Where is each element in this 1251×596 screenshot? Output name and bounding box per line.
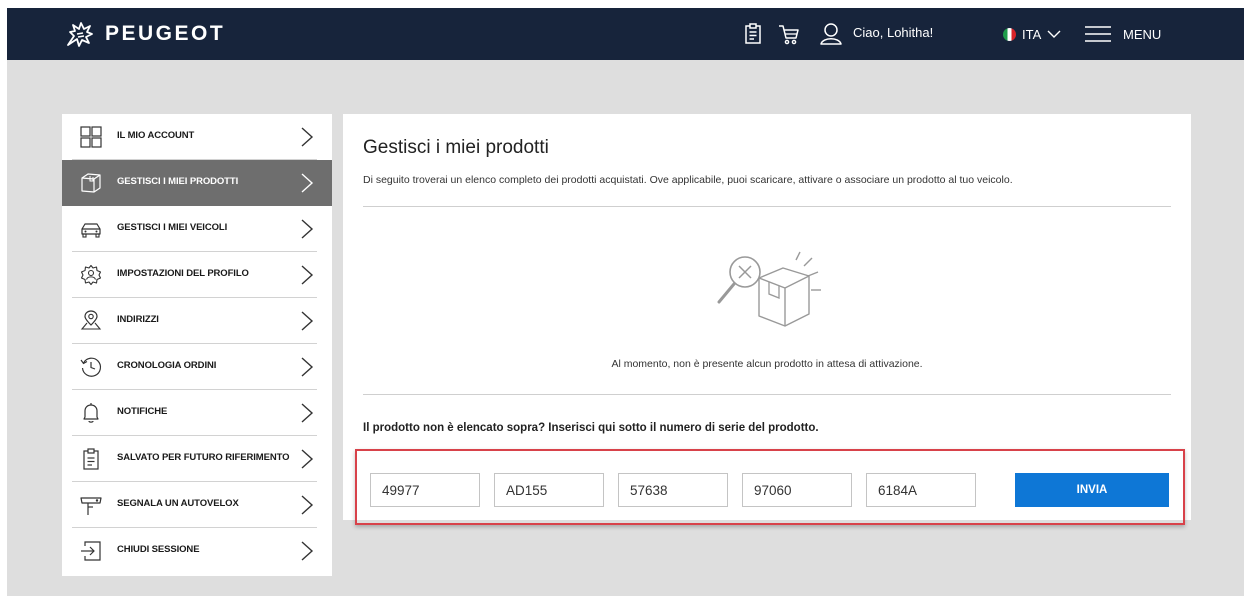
top-header: PEUGEOT Ciao, Lohitha! ITA MENU — [7, 8, 1244, 60]
page-description: Di seguito troverai un elenco completo d… — [363, 174, 1013, 186]
sidebar-item-speed-camera[interactable]: SEGNALA UN AUTOVELOX — [62, 482, 332, 528]
history-icon — [80, 357, 102, 377]
location-pin-icon — [80, 310, 102, 330]
serial-input-3[interactable] — [618, 473, 728, 507]
chevron-down-icon — [1047, 30, 1061, 38]
serial-input-5[interactable] — [866, 473, 976, 507]
chevron-right-icon — [301, 357, 314, 377]
user-greeting[interactable]: Ciao, Lohitha! — [853, 25, 933, 40]
grid-icon — [80, 126, 102, 148]
sidebar-item-logout[interactable]: CHIUDI SESSIONE — [62, 528, 332, 574]
empty-state-message: Al momento, non è presente alcun prodott… — [611, 358, 923, 370]
serial-number-form: INVIA — [355, 449, 1185, 525]
empty-products-icon — [717, 251, 821, 327]
sidebar-item-products[interactable]: GESTISCI I MIEI PRODOTTI — [62, 160, 332, 206]
account-sidebar: IL MIO ACCOUNT GESTISCI I MIEI PRODOTTI — [62, 114, 332, 576]
submit-button[interactable]: INVIA — [1015, 473, 1169, 507]
serial-input-2[interactable] — [494, 473, 604, 507]
sidebar-item-label: GESTISCI I MIEI PRODOTTI — [117, 176, 239, 187]
sidebar-item-label: INDIRIZZI — [117, 314, 159, 325]
chevron-right-icon — [301, 541, 314, 561]
sidebar-item-label: IL MIO ACCOUNT — [117, 130, 195, 141]
divider — [363, 394, 1171, 395]
logout-icon — [81, 541, 101, 561]
italy-flag-icon — [1003, 27, 1016, 41]
user-icon[interactable] — [819, 22, 843, 46]
serial-input-1[interactable] — [370, 473, 480, 507]
sidebar-item-saved[interactable]: SALVATO PER FUTURO RIFERIMENTO — [62, 436, 332, 482]
box-icon — [81, 173, 101, 193]
sidebar-item-label: CHIUDI SESSIONE — [117, 544, 200, 555]
sidebar-item-label: CRONOLOGIA ORDINI — [117, 360, 217, 371]
lion-logo-icon — [67, 22, 93, 47]
sidebar-item-label: NOTIFICHE — [117, 406, 168, 417]
chevron-right-icon — [301, 219, 314, 239]
language-code: ITA — [1022, 26, 1042, 42]
chevron-right-icon — [301, 495, 314, 515]
sidebar-item-addresses[interactable]: INDIRIZZI — [62, 298, 332, 344]
cart-icon[interactable] — [777, 22, 801, 46]
serial-number-prompt: Il prodotto non è elencato sopra? Inseri… — [363, 422, 819, 434]
page-title: Gestisci i miei prodotti — [363, 137, 549, 158]
chevron-right-icon — [301, 311, 314, 331]
sidebar-item-label: SEGNALA UN AUTOVELOX — [117, 498, 239, 509]
sidebar-item-notifications[interactable]: NOTIFICHE — [62, 390, 332, 436]
chevron-right-icon — [301, 173, 314, 193]
clipboard-icon — [83, 448, 99, 470]
gear-icon — [80, 264, 102, 286]
sidebar-item-order-history[interactable]: CRONOLOGIA ORDINI — [62, 344, 332, 390]
bell-icon — [83, 403, 99, 423]
hamburger-icon — [1085, 26, 1111, 42]
speed-camera-icon — [80, 497, 102, 515]
sidebar-item-vehicles[interactable]: GESTISCI I MIEI VEICOLI — [62, 206, 332, 252]
chevron-right-icon — [301, 127, 314, 147]
menu-button[interactable]: MENU — [1085, 22, 1161, 46]
chevron-right-icon — [301, 265, 314, 285]
sidebar-item-profile-settings[interactable]: IMPOSTAZIONI DEL PROFILO — [62, 252, 332, 298]
sidebar-item-label: GESTISCI I MIEI VEICOLI — [117, 222, 228, 233]
divider — [363, 206, 1171, 207]
car-icon — [81, 223, 101, 238]
sidebar-item-label: IMPOSTAZIONI DEL PROFILO — [117, 268, 249, 279]
serial-input-4[interactable] — [742, 473, 852, 507]
clipboard-icon[interactable] — [741, 22, 765, 46]
sidebar-item-account[interactable]: IL MIO ACCOUNT — [62, 114, 332, 160]
chevron-right-icon — [301, 449, 314, 469]
brand-logo[interactable]: PEUGEOT — [65, 20, 225, 48]
chevron-right-icon — [301, 403, 314, 423]
sidebar-item-label: SALVATO PER FUTURO RIFERIMENTO — [117, 452, 290, 463]
brand-name: PEUGEOT — [105, 22, 226, 45]
page-background: PEUGEOT Ciao, Lohitha! ITA MENU IL MIO A… — [7, 8, 1244, 596]
language-selector[interactable]: ITA — [1003, 22, 1061, 46]
menu-label: MENU — [1123, 26, 1162, 42]
